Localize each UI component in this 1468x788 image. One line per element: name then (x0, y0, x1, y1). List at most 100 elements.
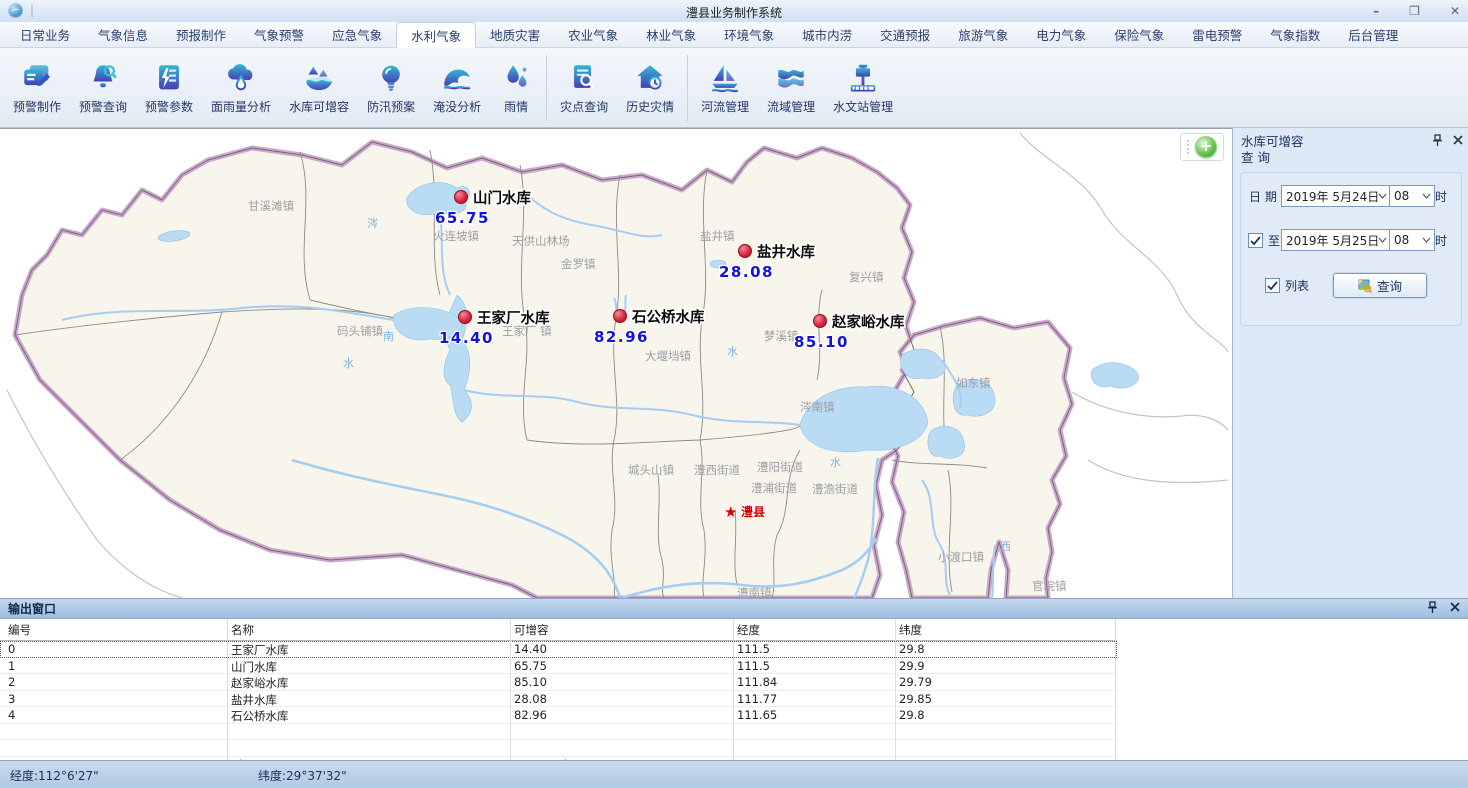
hour-suffix-label: 时 (1435, 188, 1447, 205)
menu-tab-13[interactable]: 电力气象 (1022, 22, 1100, 47)
menu-tab-7[interactable]: 农业气象 (554, 22, 632, 47)
reservoir-marker-group[interactable] (814, 315, 827, 328)
hour-from-combobox[interactable]: 08 (1389, 185, 1435, 207)
menu-tab-11[interactable]: 交通预报 (866, 22, 944, 47)
menu-tab-1[interactable]: 气象信息 (84, 22, 162, 47)
table-row[interactable]: 3盐井水库28.08111.7729.85 (0, 691, 1117, 708)
basinManage-icon (774, 61, 808, 95)
table-cell: 29.8 (899, 642, 925, 656)
reservoir-point-icon[interactable] (739, 245, 752, 258)
tool-disasterHistory[interactable]: 历史灾情 (617, 58, 683, 118)
panel-pin-icon[interactable] (1432, 134, 1443, 150)
reservoir-point-icon[interactable] (614, 310, 627, 323)
list-checkbox[interactable] (1265, 278, 1280, 293)
close-button[interactable]: ✕ (1450, 0, 1460, 22)
maximize-button[interactable]: ❐ (1409, 0, 1420, 22)
menu-tab-9[interactable]: 环境气象 (710, 22, 788, 47)
reservoir-marker-group[interactable] (739, 245, 752, 258)
river-label: 西 (1000, 540, 1011, 553)
column-header[interactable]: 经度 (737, 622, 760, 638)
hour-to-combobox[interactable]: 08 (1389, 229, 1435, 251)
date-from-combobox[interactable]: 2019年 5月24日 (1281, 185, 1391, 207)
output-close-icon[interactable] (1450, 601, 1460, 617)
column-header[interactable]: 编号 (8, 622, 31, 638)
menu-tab-6[interactable]: 地质灾害 (476, 22, 554, 47)
menu-tab-0[interactable]: 日常业务 (6, 22, 84, 47)
tool-riverManage[interactable]: 河流管理 (692, 58, 758, 118)
menu-tab-3[interactable]: 气象预警 (240, 22, 318, 47)
menu-tab-12[interactable]: 旅游气象 (944, 22, 1022, 47)
menu-tab-10[interactable]: 城市内涝 (788, 22, 866, 47)
map-zoom-in-button[interactable]: + (1195, 136, 1217, 158)
table-cell: 盐井水库 (231, 692, 277, 708)
drag-grip-icon[interactable] (1184, 140, 1192, 154)
date-to-combobox[interactable]: 2019年 5月25日 (1281, 229, 1391, 251)
county-seat-label: 澧县 (741, 504, 765, 519)
column-header[interactable]: 名称 (231, 622, 254, 638)
menu-tab-4[interactable]: 应急气象 (318, 22, 396, 47)
tool-rainInfo[interactable]: 雨情 (490, 58, 542, 118)
town-label: 澧西街道 (694, 463, 740, 477)
menu-tab-15[interactable]: 雷电预警 (1178, 22, 1256, 47)
to-checkbox[interactable] (1248, 233, 1263, 248)
map-float-toolbar: + (1180, 133, 1224, 161)
status-latitude: 纬度:29°37'32" (258, 767, 347, 784)
table-row[interactable]: 0王家厂水库14.40111.529.8 (0, 641, 1117, 658)
tool-reservoirCapacity[interactable]: 水库可增容 (280, 58, 358, 118)
table-header: 编号 名称 可增容 经度 纬度 (0, 619, 1117, 641)
reservoir-point-icon[interactable] (455, 191, 468, 204)
menu-tab-2[interactable]: 预报制作 (162, 22, 240, 47)
map-canvas[interactable]: 甘溪滩镇火连坡镇天供山林场金罗镇盐井镇复兴镇码头铺镇王家厂 镇大堰垱镇梦溪镇如东… (2, 130, 1230, 598)
tool-alertSearch[interactable]: 预警查询 (70, 58, 136, 118)
reservoir-point-icon[interactable] (459, 311, 472, 324)
reservoir-name-label: 王家厂水库 (477, 309, 550, 327)
tool-disasterSearch[interactable]: 灾点查询 (551, 58, 617, 118)
tool-floodAnalysis[interactable]: 淹没分析 (424, 58, 490, 118)
town-label: 金罗镇 (561, 257, 596, 271)
minimize-button[interactable]: – (1373, 0, 1379, 22)
window-title: 澧县业务制作系统 (0, 4, 1468, 21)
tool-basinManage[interactable]: 流域管理 (758, 58, 824, 118)
reservoir-marker-group[interactable] (459, 311, 472, 324)
river-label: 南 (383, 330, 394, 343)
reservoir-point-icon[interactable] (814, 315, 827, 328)
menu-tab-17[interactable]: 后台管理 (1334, 22, 1412, 47)
output-pin-icon[interactable] (1427, 601, 1438, 617)
menu-tab-5[interactable]: 水利气象 (396, 22, 476, 48)
chevron-down-icon (1422, 236, 1431, 244)
date-label: 日 期 (1249, 188, 1277, 205)
reservoir-marker-group[interactable] (455, 191, 468, 204)
tool-alertCompose[interactable]: 预警制作 (4, 58, 70, 118)
tool-hydroStation[interactable]: 水文站管理 (824, 58, 902, 118)
town-label: 天供山林场 (512, 234, 570, 248)
reservoir-marker-group[interactable] (614, 310, 627, 323)
chevron-down-icon (1422, 192, 1431, 200)
disasterHistory-icon (633, 61, 667, 95)
panel-close-icon[interactable] (1453, 134, 1463, 150)
output-table[interactable]: 编号 名称 可增容 经度 纬度 0王家厂水库14.40111.529.81山门水库65.7… (0, 619, 1117, 760)
tool-rainAnalysis[interactable]: 面雨量分析 (202, 58, 280, 118)
town-label: 澧浦街道 (751, 481, 797, 495)
table-cell: 29.85 (899, 692, 932, 706)
menu-tab-14[interactable]: 保险气象 (1100, 22, 1178, 47)
table-row[interactable]: 2赵家峪水库85.10111.8429.79 (0, 674, 1117, 691)
column-header[interactable]: 可增容 (514, 622, 549, 638)
alertParams-icon (152, 61, 186, 95)
river-label: 涔 (367, 216, 378, 230)
tool-floodPlan[interactable]: 防汛预案 (358, 58, 424, 118)
column-header[interactable]: 纬度 (899, 622, 922, 638)
menu-tab-16[interactable]: 气象指数 (1256, 22, 1334, 47)
town-label: 澧澹街道 (812, 482, 858, 496)
tool-alertParams[interactable]: 预警参数 (136, 58, 202, 118)
river-label: 水 (727, 345, 738, 358)
river-label: 水 (830, 456, 841, 469)
hour-suffix-label: 时 (1435, 232, 1447, 249)
list-label: 列表 (1285, 277, 1309, 294)
table-cell: 赵家峪水库 (231, 675, 289, 691)
table-row[interactable]: 1山门水库65.75111.529.9 (0, 658, 1117, 675)
query-button[interactable]: 查询 (1333, 273, 1427, 298)
status-bar: 经度:112°6'27" 纬度:29°37'32" (0, 760, 1468, 788)
chevron-down-icon (1378, 236, 1387, 244)
menu-tab-8[interactable]: 林业气象 (632, 22, 710, 47)
table-row[interactable]: 4石公桥水库82.96111.6529.8 (0, 707, 1117, 724)
